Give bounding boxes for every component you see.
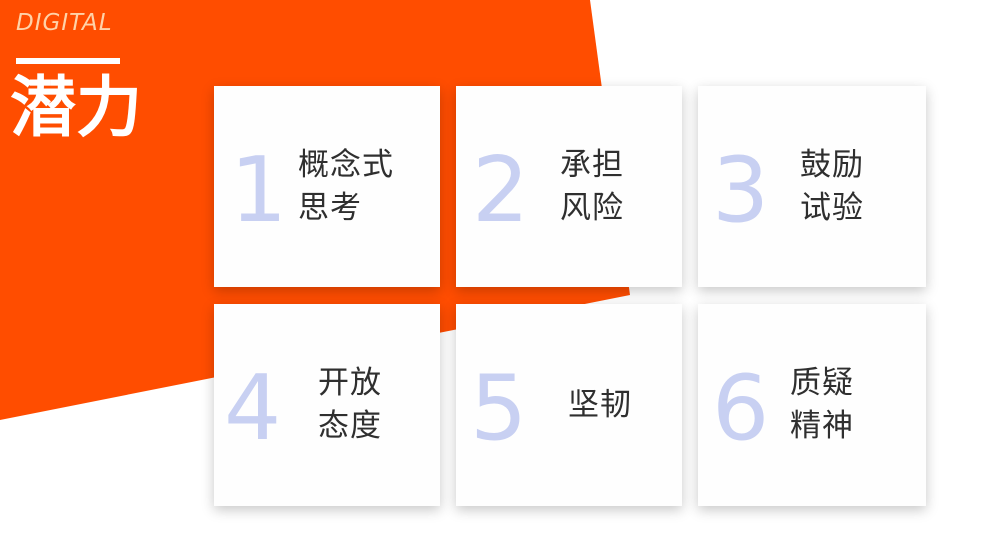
card-number: 2 — [472, 138, 530, 243]
card-label: 鼓励 试验 — [800, 147, 864, 226]
card-label: 概念式 思考 — [298, 147, 394, 226]
card-1: 1 概念式 思考 — [214, 86, 440, 287]
card-6: 6 质疑 精神 — [698, 304, 926, 506]
card-number: 4 — [224, 356, 282, 461]
card-5: 5 坚韧 — [456, 304, 682, 506]
eyebrow-text: DIGITAL — [16, 10, 113, 36]
card-4: 4 开放 态度 — [214, 304, 440, 506]
card-number: 1 — [230, 138, 288, 243]
card-number: 3 — [712, 138, 770, 243]
card-label: 坚韧 — [568, 387, 632, 423]
page-title: 潜力 — [10, 69, 142, 146]
card-number: 6 — [712, 356, 770, 461]
card-number: 5 — [470, 356, 528, 461]
title-underline — [16, 58, 120, 64]
card-2: 2 承担 风险 — [456, 86, 682, 287]
card-label: 承担 风险 — [560, 147, 624, 226]
card-label: 质疑 精神 — [790, 365, 854, 444]
card-label: 开放 态度 — [318, 365, 382, 444]
card-3: 3 鼓励 试验 — [698, 86, 926, 287]
